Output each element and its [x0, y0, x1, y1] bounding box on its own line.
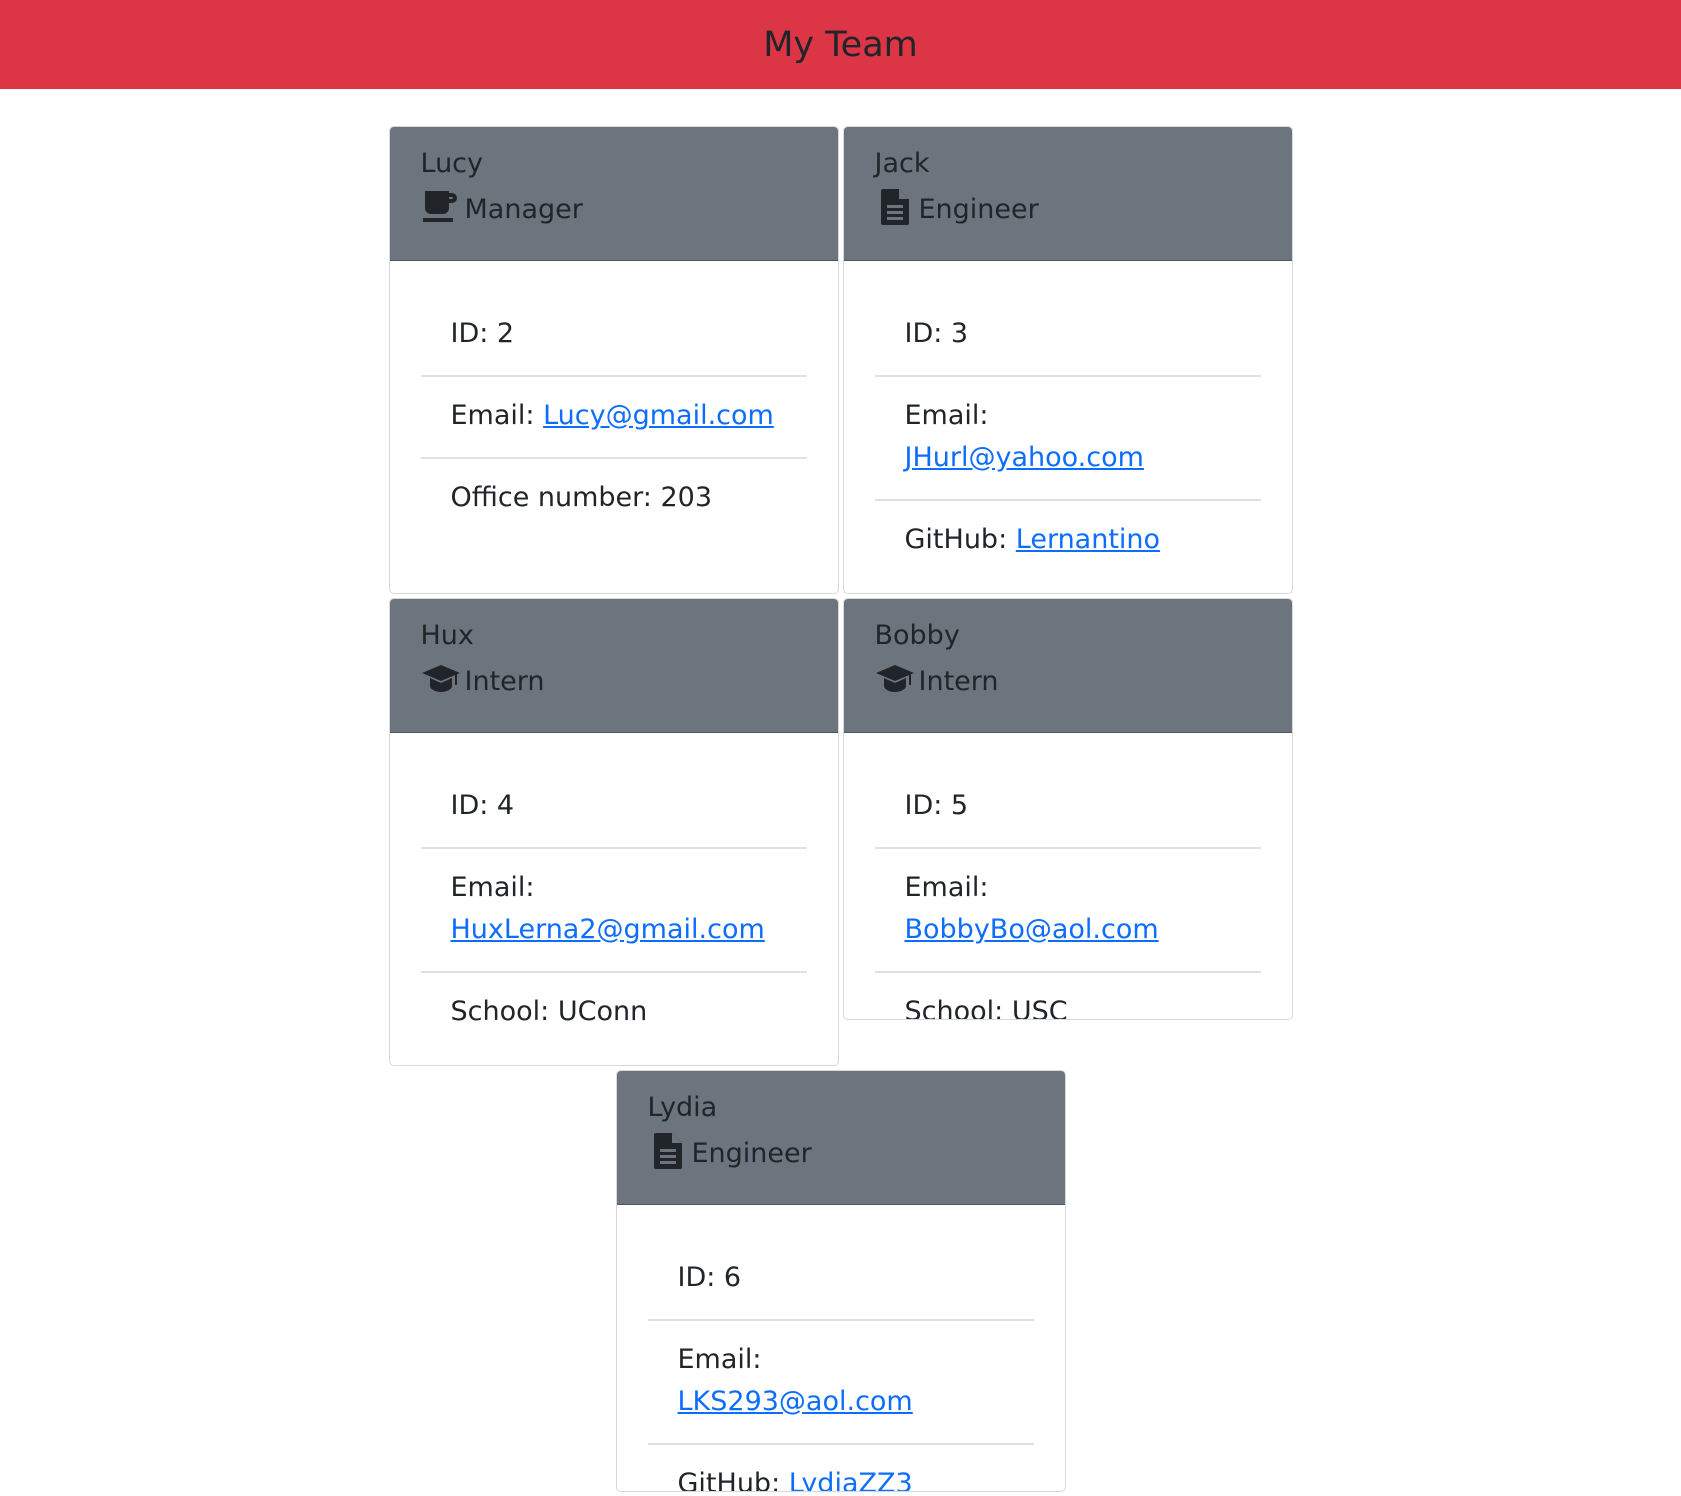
card-body: ID: 2 Email: Lucy@gmail.com Office numbe… [390, 261, 838, 539]
email-label: Email: [904, 400, 989, 431]
email-label: Email: [677, 1344, 762, 1375]
role-row: Engineer [875, 187, 1261, 227]
github-link[interactable]: Lernantino [1016, 524, 1160, 555]
email-link[interactable]: JHurl@yahoo.com [905, 442, 1144, 473]
employee-email-row: Email: LKS293@aol.com [647, 1321, 1034, 1445]
card-body: ID: 4 Email: HuxLerna2@gmail.com School:… [390, 733, 838, 1053]
employee-id: ID: 4 [420, 774, 807, 849]
employee-id: ID: 3 [874, 302, 1261, 377]
employee-role: Intern [464, 666, 545, 697]
employee-card-lucy: Lucy Manager ID: 2 Email: Lucy@gmail.com… [388, 126, 839, 594]
card-header: Hux Intern [389, 599, 838, 733]
page-banner: My Team [0, 0, 1681, 89]
employee-role: Intern [918, 666, 999, 697]
card-header: Bobby Intern [843, 599, 1292, 733]
graduation-cap-icon [875, 659, 915, 699]
employee-email-row: Email: HuxLerna2@gmail.com [420, 849, 807, 973]
card-body: ID: 5 Email: BobbyBo@aol.com School: USC [844, 733, 1292, 1020]
role-row: Manager [421, 187, 807, 227]
employee-id: ID: 2 [420, 302, 807, 377]
office-number-row: Office number: 203 [421, 459, 807, 539]
email-link[interactable]: HuxLerna2@gmail.com [451, 914, 765, 945]
email-link[interactable]: LKS293@aol.com [678, 1386, 913, 1417]
employee-card-lydia: Lydia Engineer ID: 6 Email: LKS293@aol.c… [615, 1070, 1066, 1492]
github-link[interactable]: LydiaZZ3 [789, 1468, 913, 1491]
employee-role: Manager [464, 194, 583, 225]
document-icon [875, 187, 915, 227]
email-label: Email: [904, 872, 989, 903]
employee-name: Lydia [647, 1092, 718, 1123]
office-number-label: Office number: [450, 482, 652, 513]
employee-name: Jack [874, 148, 930, 179]
employee-name: Hux [420, 620, 474, 651]
team-grid: Lucy Manager ID: 2 Email: Lucy@gmail.com… [163, 126, 1519, 1496]
email-label: Email: [450, 872, 535, 903]
role-row: Intern [421, 659, 807, 699]
school-value: UConn [557, 996, 648, 1027]
document-icon [648, 1131, 688, 1171]
employee-email-row: Email: Lucy@gmail.com [420, 377, 807, 459]
employee-card-bobby: Bobby Intern ID: 5 Email: BobbyBo@aol.co… [842, 598, 1293, 1020]
role-row: Intern [875, 659, 1261, 699]
school-label: School: [450, 996, 550, 1027]
github-row: GitHub: LydiaZZ3 [648, 1445, 1034, 1492]
card-header: Jack Engineer [843, 127, 1292, 261]
employee-card-hux: Hux Intern ID: 4 Email: HuxLerna2@gmail.… [388, 598, 839, 1066]
email-link[interactable]: BobbyBo@aol.com [905, 914, 1159, 945]
employee-email-row: Email: JHurl@yahoo.com [874, 377, 1261, 501]
card-header: Lucy Manager [389, 127, 838, 261]
github-row: GitHub: Lernantino [875, 501, 1261, 581]
email-link[interactable]: Lucy@gmail.com [543, 400, 774, 431]
github-label: GitHub: [677, 1468, 781, 1492]
mug-icon [421, 187, 461, 227]
page-title: My Team [763, 24, 918, 65]
graduation-cap-icon [421, 659, 461, 699]
role-row: Engineer [648, 1131, 1034, 1171]
office-number-value: 203 [660, 482, 713, 513]
employee-role: Engineer [691, 1138, 812, 1169]
employee-email-row: Email: BobbyBo@aol.com [874, 849, 1261, 973]
employee-card-jack: Jack Engineer ID: 3 Email: JHurl@yahoo.c… [842, 126, 1293, 594]
school-row: School: UConn [421, 973, 807, 1053]
card-body: ID: 6 Email: LKS293@aol.com GitHub: Lydi… [617, 1205, 1065, 1492]
employee-role: Engineer [918, 194, 1039, 225]
github-label: GitHub: [904, 524, 1008, 555]
email-label: Email: [450, 400, 535, 431]
school-label: School: [904, 996, 1004, 1020]
employee-id: ID: 6 [647, 1246, 1034, 1321]
school-value: USC [1011, 996, 1068, 1020]
school-row: School: USC [875, 973, 1261, 1020]
employee-name: Bobby [874, 620, 960, 651]
employee-id: ID: 5 [874, 774, 1261, 849]
card-header: Lydia Engineer [616, 1071, 1065, 1205]
employee-name: Lucy [420, 148, 484, 179]
card-body: ID: 3 Email: JHurl@yahoo.com GitHub: Ler… [844, 261, 1292, 581]
